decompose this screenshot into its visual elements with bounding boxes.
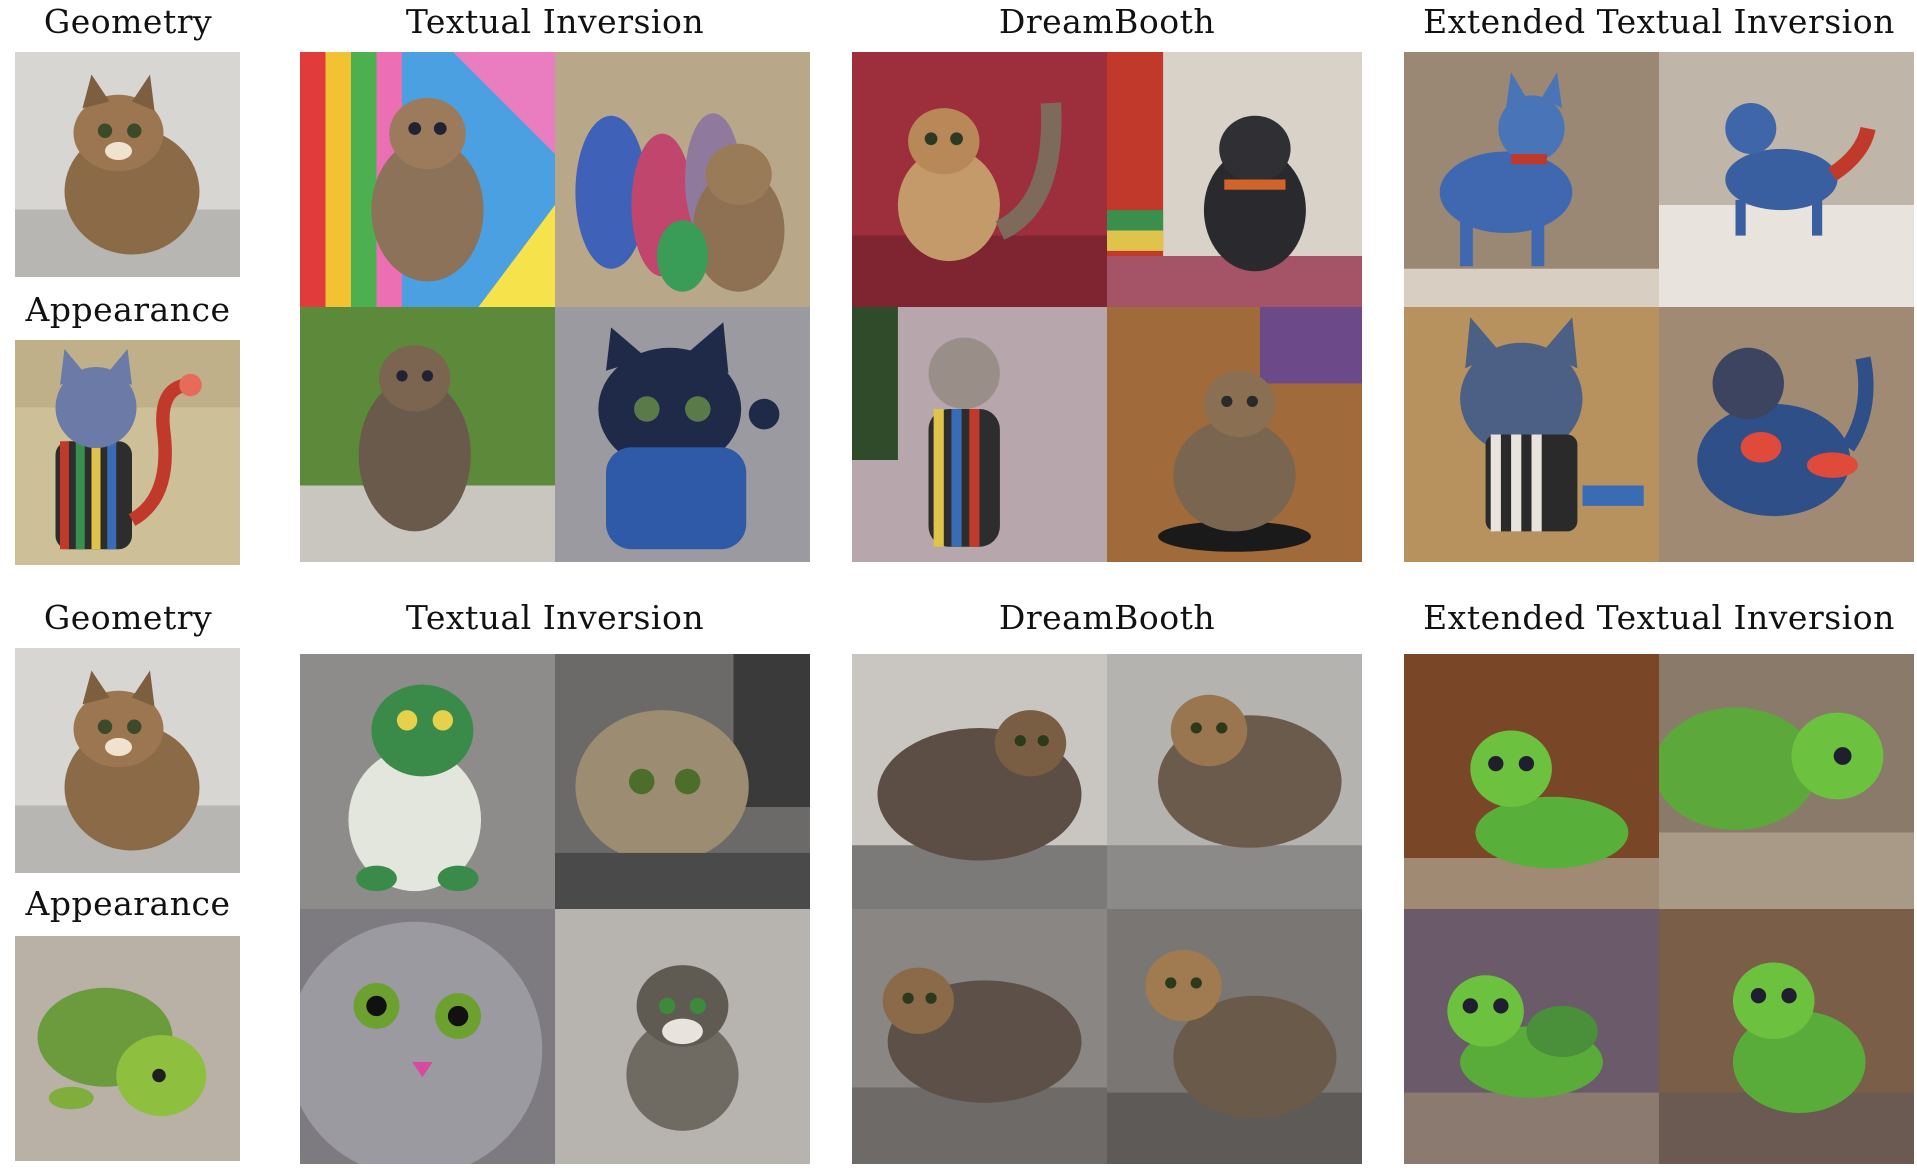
ti-row1-image-4 bbox=[555, 307, 810, 562]
ti-row1-image-2 bbox=[555, 52, 810, 307]
extended-textual-inversion-label: Extended Textual Inversion bbox=[1423, 2, 1895, 41]
geometry-input-image bbox=[15, 52, 240, 277]
db-row1-image-2 bbox=[1107, 52, 1362, 307]
appearance-input-image bbox=[15, 340, 240, 565]
eti-row2-image-3 bbox=[1404, 909, 1659, 1164]
ti-row2-image-4 bbox=[555, 909, 810, 1164]
eti-row1-image-4 bbox=[1659, 307, 1914, 562]
ti-row2-image-3 bbox=[300, 909, 555, 1164]
db-row2-image-2 bbox=[1107, 654, 1362, 909]
eti-row2-image-1 bbox=[1404, 654, 1659, 909]
appearance-input-image bbox=[15, 936, 240, 1161]
dreambooth-label: DreamBooth bbox=[998, 598, 1216, 637]
geometry-label: Geometry bbox=[43, 2, 213, 41]
db-row2-image-4 bbox=[1107, 909, 1362, 1164]
eti-row2-image-2 bbox=[1659, 654, 1914, 909]
eti-row1-image-3 bbox=[1404, 307, 1659, 562]
ti-row2-image-1 bbox=[300, 654, 555, 909]
textual-inversion-label: Textual Inversion bbox=[405, 598, 705, 637]
ti-row2-image-2 bbox=[555, 654, 810, 909]
db-row1-image-1 bbox=[852, 52, 1107, 307]
db-row1-image-4 bbox=[1107, 307, 1362, 562]
appearance-label: Appearance bbox=[25, 290, 231, 329]
textual-inversion-label: Textual Inversion bbox=[405, 2, 705, 41]
dreambooth-label: DreamBooth bbox=[998, 2, 1216, 41]
appearance-label: Appearance bbox=[25, 884, 231, 923]
eti-row1-image-2 bbox=[1659, 52, 1914, 307]
ti-row1-image-3 bbox=[300, 307, 555, 562]
eti-row1-image-1 bbox=[1404, 52, 1659, 307]
eti-row2-image-4 bbox=[1659, 909, 1914, 1164]
ti-row1-image-1 bbox=[300, 52, 555, 307]
db-row1-image-3 bbox=[852, 307, 1107, 562]
geometry-label: Geometry bbox=[43, 598, 213, 637]
geometry-input-image bbox=[15, 648, 240, 873]
db-row2-image-3 bbox=[852, 909, 1107, 1164]
db-row2-image-1 bbox=[852, 654, 1107, 909]
extended-textual-inversion-label: Extended Textual Inversion bbox=[1423, 598, 1895, 637]
